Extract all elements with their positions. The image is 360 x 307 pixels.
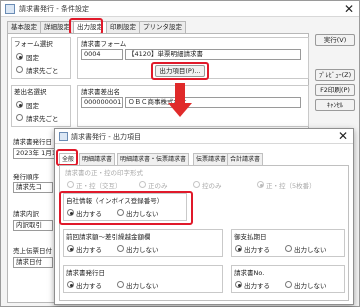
- sender-select-per-client-radio[interactable]: [16, 114, 23, 121]
- form-select-fixed-label: 固定: [26, 54, 39, 62]
- copy-format-sequential-radio[interactable]: [257, 181, 264, 188]
- copy-format-heading: 請求書の正・控の印字形式: [65, 169, 143, 177]
- popup-app-icon: [59, 132, 68, 141]
- tab-detailed-slip-invoice[interactable]: 明細請求書・伝票請求書: [117, 153, 190, 165]
- popup-close-icon[interactable]: ✕: [338, 130, 348, 142]
- prev-balance-no-output-radio[interactable]: [117, 245, 124, 252]
- copy-format-sequential-label: 正・控（5枚番）: [266, 182, 316, 190]
- issue-date-output-label: 出力する: [76, 282, 102, 290]
- company-info-highlight: [59, 191, 193, 225]
- main-window-title: 請求書発行 - 条件設定: [19, 5, 89, 13]
- payment-due-output-label: 出力する: [244, 246, 270, 254]
- invoice-no-no-output-radio[interactable]: [285, 281, 292, 288]
- issue-order-field[interactable]: 請求先コ: [13, 182, 53, 193]
- sender-select-per-client-label: 請求先ごと: [26, 115, 59, 123]
- invoice-no-no-output-label: 出力しない: [294, 282, 327, 290]
- invoice-no-output-radio[interactable]: [235, 281, 242, 288]
- issue-date-no-output-label: 出力しない: [126, 282, 159, 290]
- payment-due-output-radio[interactable]: [235, 245, 242, 252]
- copy-format-copy-label: 控のみ: [202, 182, 222, 190]
- main-titlebar: 請求書発行 - 条件設定 ✕: [1, 1, 359, 17]
- copy-format-alternate-label: 正・控（交互）: [76, 182, 122, 190]
- annotation-arrow-shaft: [175, 83, 185, 105]
- sales-date-field[interactable]: 請求日付: [13, 257, 53, 268]
- issue-date-label: 請求書発行日: [13, 138, 52, 146]
- sender-select-fixed-label: 固定: [26, 102, 39, 110]
- execute-button[interactable]: 実行(V): [315, 34, 355, 46]
- payment-due-no-output-radio[interactable]: [285, 245, 292, 252]
- copy-format-copy-radio[interactable]: [193, 181, 200, 188]
- invoice-content-label: 請求内訳: [13, 210, 39, 218]
- main-close-icon[interactable]: ✕: [344, 3, 354, 15]
- sender-select-fixed-radio[interactable]: [16, 101, 23, 108]
- copy-format-alternate-radio[interactable]: [67, 181, 74, 188]
- sender-name-code-field[interactable]: 000000001: [81, 97, 123, 108]
- tab-basic[interactable]: 基本設定: [7, 21, 41, 33]
- preview-button[interactable]: ﾌﾟﾚﾋﾞｭｰ(Z): [315, 69, 355, 81]
- print-button[interactable]: F2印刷(P): [315, 84, 355, 96]
- copy-format-original-label: 正のみ: [148, 182, 168, 190]
- issue-date-no-output-radio[interactable]: [117, 281, 124, 288]
- output-items-dialog: 請求書発行 - 出力項目 ✕ 全般 明細請求書 明細請求書・伝票請求書 伝票請求…: [54, 128, 354, 305]
- form-select-per-client-radio[interactable]: [16, 66, 23, 73]
- general-tab-highlight: [56, 149, 78, 166]
- invoice-no-heading: 請求書No.: [234, 269, 265, 277]
- prev-balance-output-radio[interactable]: [67, 245, 74, 252]
- popup-titlebar: 請求書発行 - 出力項目 ✕: [55, 129, 353, 144]
- payment-due-no-output-label: 出力しない: [294, 246, 327, 254]
- issue-date-output-radio[interactable]: [67, 281, 74, 288]
- tab-slip-invoice[interactable]: 伝票請求書: [193, 153, 230, 165]
- issue-order-label: 発行順序: [13, 173, 39, 181]
- tab-detailed-invoice[interactable]: 明細請求書: [79, 153, 116, 165]
- invoice-content-field[interactable]: 内訳取引: [13, 220, 53, 231]
- form-select-per-client-label: 請求先ごと: [26, 67, 59, 75]
- tab-printer[interactable]: プリンタ設定: [139, 21, 186, 33]
- output-items-highlight: [151, 62, 209, 80]
- form-select-heading: フォーム選択: [14, 40, 53, 48]
- tab-print[interactable]: 印刷設定: [106, 21, 140, 33]
- prev-balance-heading: 前回請求額～差引繰越金額欄: [66, 233, 151, 241]
- copy-format-original-radio[interactable]: [139, 181, 146, 188]
- invoice-form-code-field[interactable]: 0004: [81, 49, 123, 60]
- annotation-arrow-head: [168, 103, 192, 117]
- prev-balance-no-output-label: 出力しない: [126, 246, 159, 254]
- sender-name-label: 請求書差出名: [81, 88, 120, 96]
- invoice-form-name-field: 【4120】単票明細請求書: [125, 49, 301, 60]
- sender-select-heading: 差出名選択: [14, 88, 47, 96]
- payment-due-heading: 御支払期日: [234, 233, 267, 241]
- invoice-no-output-label: 出力する: [244, 282, 270, 290]
- invoice-form-label: 請求書フォーム: [81, 40, 127, 48]
- issue-date-output-heading: 請求書発行日: [66, 269, 105, 277]
- sales-date-label: 売上伝票日付: [13, 247, 52, 255]
- cancel-button[interactable]: ｷｬﾝｾﾙ: [315, 99, 355, 111]
- issue-date-field[interactable]: 2023年 1月16: [13, 148, 57, 159]
- app-icon: [5, 4, 15, 14]
- form-select-fixed-radio[interactable]: [16, 53, 23, 60]
- prev-balance-output-label: 出力する: [76, 246, 102, 254]
- sender-name-field: ＯＢＣ商事株式会社: [125, 97, 301, 108]
- popup-window-title: 請求書発行 - 出力項目: [71, 133, 141, 141]
- tab-total-invoice[interactable]: 合計請求書: [227, 153, 264, 165]
